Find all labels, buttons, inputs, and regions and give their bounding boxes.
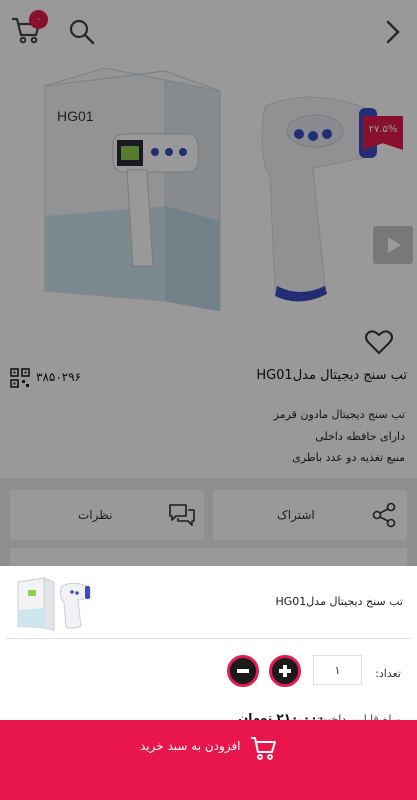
increase-quantity-button[interactable] <box>269 655 301 687</box>
sheet-product-row: تب سنج دیجیتال مدلHG01 <box>0 566 417 638</box>
quantity-input[interactable] <box>313 655 362 685</box>
divider <box>6 638 411 639</box>
dim-overlay[interactable] <box>0 0 417 566</box>
product-thumbnail <box>17 577 91 631</box>
add-to-cart-button[interactable]: افزودن به سبد خرید <box>0 720 417 800</box>
cart-icon <box>251 737 276 760</box>
decrease-quantity-button[interactable] <box>227 655 259 687</box>
quantity-label: تعداد: <box>375 667 401 680</box>
add-to-cart-label: افزودن به سبد خرید <box>140 739 241 753</box>
sheet-product-title: تب سنج دیجیتال مدلHG01 <box>275 595 404 608</box>
